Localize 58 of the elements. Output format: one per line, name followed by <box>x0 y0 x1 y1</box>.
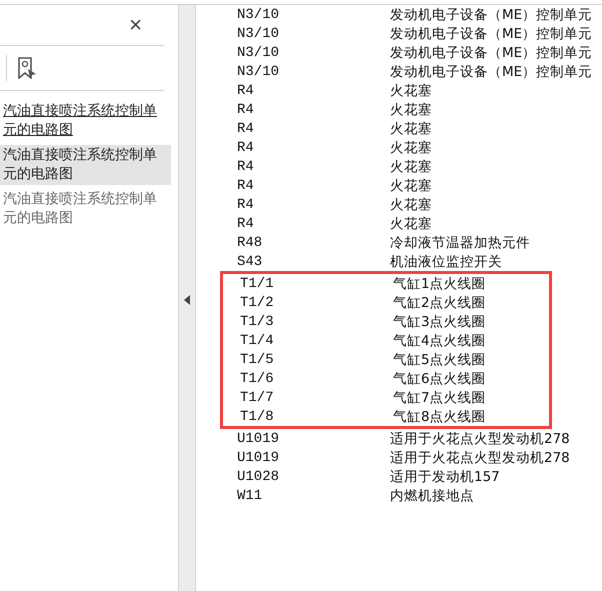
part-code: N3/10 <box>237 44 280 60</box>
part-code: N3/10 <box>237 6 280 22</box>
bookmark-item[interactable]: 汽油直接喷注系统控制单元的电路图 <box>0 101 171 141</box>
part-description: 气缸7点火线圈 <box>393 388 486 406</box>
part-code: R4 <box>237 196 255 212</box>
part-description: 内燃机接地点 <box>390 486 474 504</box>
part-code: T1/3 <box>240 314 275 330</box>
part-description: 发动机电子设备（ME）控制单元 <box>390 6 592 24</box>
close-button[interactable]: × <box>125 14 146 36</box>
part-code: R4 <box>237 158 255 174</box>
part-code: R4 <box>237 140 255 156</box>
part-code: N3/10 <box>237 26 280 42</box>
bookmark-item[interactable]: 汽油直接喷注系统控制单元的电路图 <box>0 145 171 185</box>
part-description: 机油液位监控开关 <box>390 252 502 270</box>
part-code: T1/6 <box>240 370 275 386</box>
part-description: 气缸4点火线圈 <box>393 332 486 350</box>
part-description: 火花塞 <box>390 82 432 100</box>
part-code: R4 <box>237 120 255 136</box>
part-description: 火花塞 <box>390 214 432 232</box>
part-code: R48 <box>237 234 264 250</box>
part-description: 火花塞 <box>390 120 432 138</box>
part-description: 发动机电子设备（ME）控制单元 <box>390 62 592 80</box>
part-description: 火花塞 <box>390 138 432 156</box>
part-code: T1/8 <box>240 408 275 424</box>
bookmark-item[interactable]: 汽油直接喷注系统控制单元的电路图 <box>0 189 171 229</box>
part-code: T1/5 <box>240 352 275 368</box>
part-description: 火花塞 <box>390 176 432 194</box>
part-description: 适用于火花点火型发动机278 <box>390 448 570 466</box>
part-code: R4 <box>237 178 255 194</box>
bookmark-icon[interactable] <box>17 57 37 79</box>
part-code: T1/7 <box>240 390 275 406</box>
part-code: T1/4 <box>240 332 275 348</box>
part-description: 气缸1点火线圈 <box>393 274 486 292</box>
part-code: T1/2 <box>240 294 275 310</box>
part-description: 气缸2点火线圈 <box>393 294 486 312</box>
part-description: 冷却液节温器加热元件 <box>390 234 530 252</box>
part-description: 气缸6点火线圈 <box>393 370 486 388</box>
part-description: 火花塞 <box>390 196 432 214</box>
part-description: 气缸5点火线圈 <box>393 350 486 368</box>
part-code: R4 <box>237 102 255 118</box>
part-description: 火花塞 <box>390 100 432 118</box>
collapse-arrow-icon[interactable] <box>184 295 190 305</box>
part-code: S43 <box>237 254 264 270</box>
part-description: 气缸8点火线圈 <box>393 408 486 426</box>
part-code: W11 <box>237 488 264 504</box>
part-code: U1028 <box>237 468 280 484</box>
part-code: T1/1 <box>240 276 275 292</box>
part-description: 适用于火花点火型发动机278 <box>390 430 570 448</box>
part-description: 火花塞 <box>390 158 432 176</box>
part-description: 气缸3点火线圈 <box>393 312 486 330</box>
part-description: 发动机电子设备（ME）控制单元 <box>390 44 592 62</box>
part-description: 适用于发动机157 <box>390 468 500 486</box>
part-code: U1019 <box>237 430 280 446</box>
part-code: R4 <box>237 216 255 232</box>
part-code: N3/10 <box>237 64 280 80</box>
part-code: U1019 <box>237 450 280 466</box>
part-description: 发动机电子设备（ME）控制单元 <box>390 24 592 42</box>
part-code: R4 <box>237 82 255 98</box>
